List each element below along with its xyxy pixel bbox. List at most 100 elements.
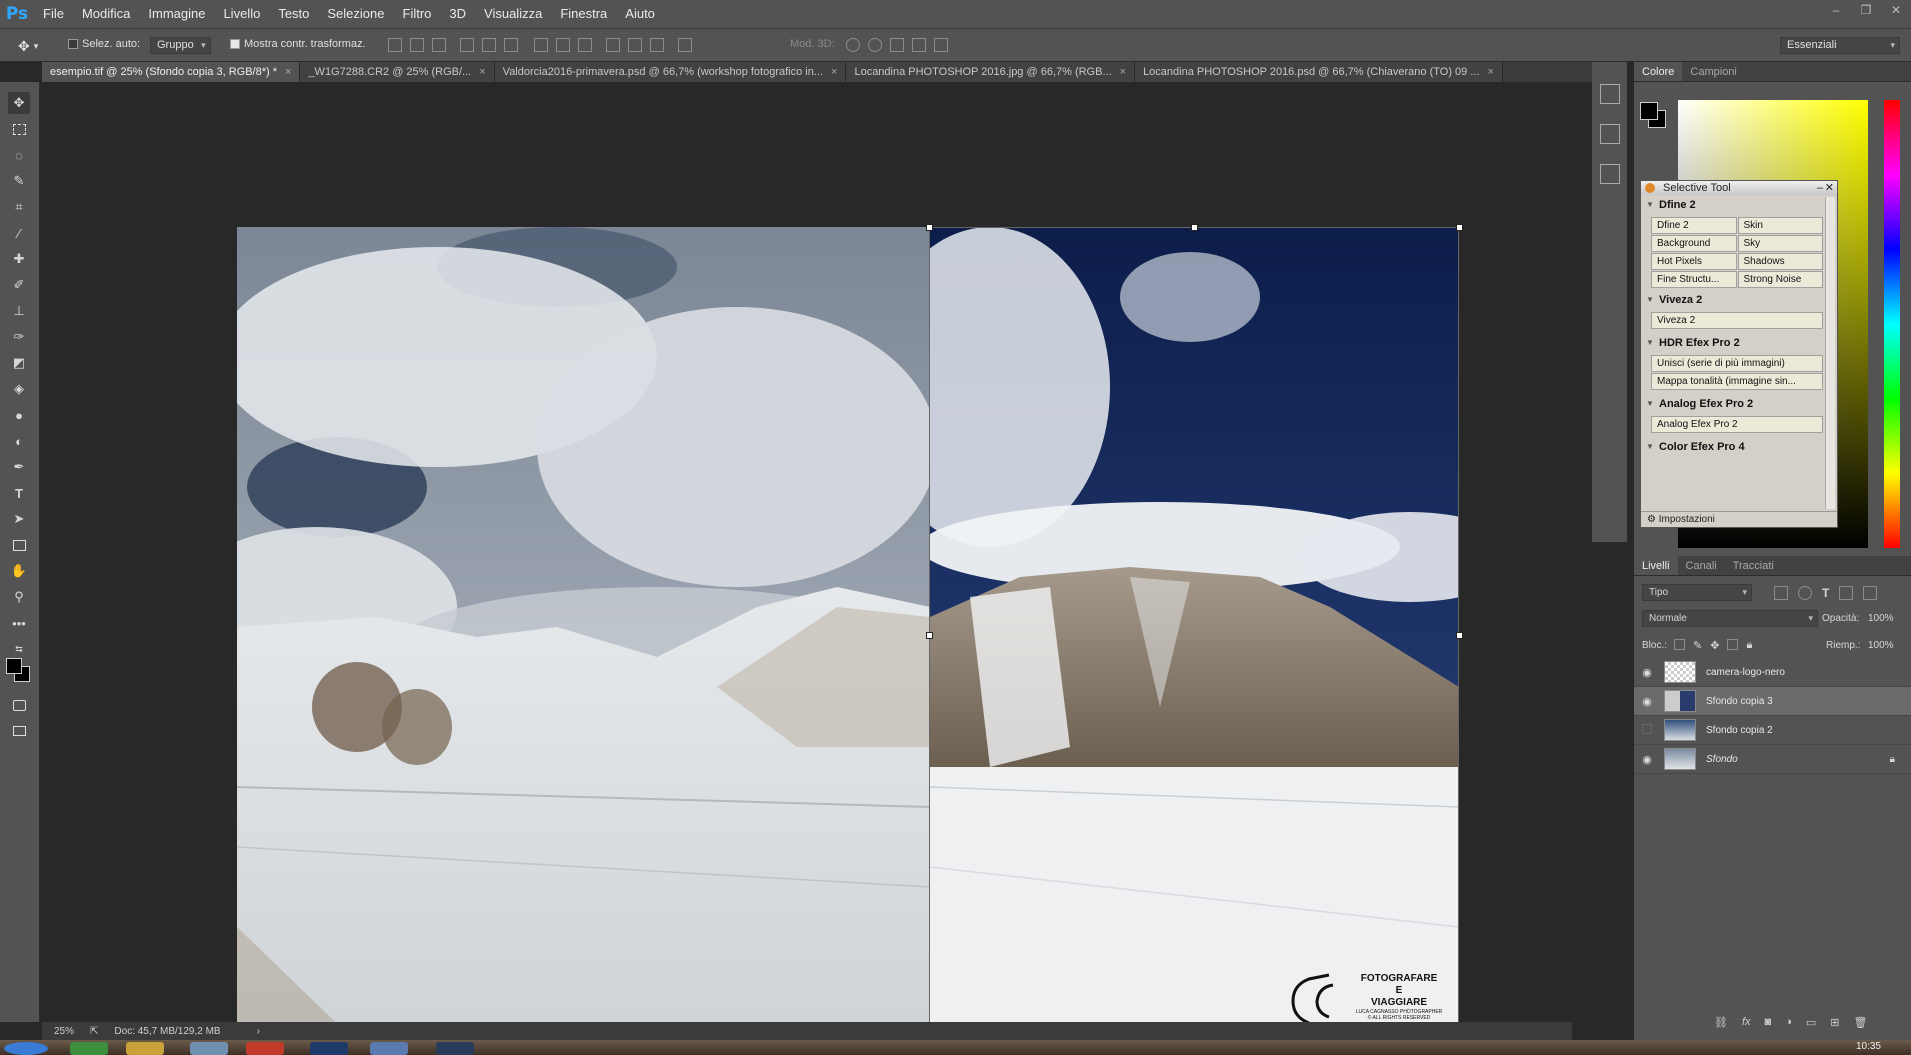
marquee-tool-icon[interactable]: [8, 118, 30, 140]
filter-pixel-icon[interactable]: [1774, 586, 1788, 600]
transform-handle[interactable]: [1191, 224, 1198, 231]
zoom-level[interactable]: 25%: [54, 1026, 74, 1037]
menu-3d[interactable]: 3D: [440, 0, 475, 28]
blend-mode-dropdown[interactable]: Normale: [1642, 610, 1818, 627]
layer-row-sfondo[interactable]: ◉ Sfondo 🔒︎: [1634, 745, 1911, 774]
layer-filter-dropdown[interactable]: Tipo: [1642, 584, 1752, 601]
menu-visualizza[interactable]: Visualizza: [475, 0, 551, 28]
menu-immagine[interactable]: Immagine: [139, 0, 214, 28]
quick-mask-icon[interactable]: [8, 694, 30, 716]
minimize-icon[interactable]: –: [1821, 0, 1851, 20]
distribute-bottom-icon[interactable]: [578, 38, 592, 52]
type-tool-icon[interactable]: T: [8, 482, 30, 504]
tab-valdorcia[interactable]: Valdorcia2016-primavera.psd @ 66,7% (wor…: [494, 62, 847, 82]
skin-button[interactable]: Skin: [1737, 217, 1823, 234]
align-left-icon[interactable]: [460, 38, 474, 52]
taskbar-word-icon[interactable]: [370, 1042, 408, 1055]
background-button[interactable]: Background: [1651, 235, 1737, 252]
auto-align-icon[interactable]: [678, 38, 692, 52]
paint-bucket-tool-icon[interactable]: ◈: [8, 378, 30, 400]
taskbar-photoshop-icon[interactable]: [310, 1042, 348, 1055]
eyedropper-tool-icon[interactable]: ⁄: [8, 222, 30, 244]
tab-locandina-psd[interactable]: Locandina PHOTOSHOP 2016.psd @ 66,7% (Ch…: [1135, 62, 1503, 82]
close-tab-icon[interactable]: ×: [285, 62, 291, 82]
align-vcenter-icon[interactable]: [410, 38, 424, 52]
close-tab-icon[interactable]: ×: [1488, 62, 1494, 82]
lock-artboard-icon[interactable]: [1727, 639, 1739, 650]
layer-row-sfondo-copia-2[interactable]: Sfondo copia 2: [1634, 716, 1911, 745]
lasso-tool-icon[interactable]: ◌: [8, 144, 30, 166]
menu-testo[interactable]: Testo: [269, 0, 318, 28]
show-transform-checkbox[interactable]: [230, 39, 240, 49]
transform-handle[interactable]: [926, 632, 933, 639]
properties-panel-icon[interactable]: [1600, 124, 1620, 144]
menu-filtro[interactable]: Filtro: [394, 0, 441, 28]
3d-slide-icon[interactable]: [912, 38, 926, 52]
export-icon[interactable]: ⇱: [90, 1026, 98, 1037]
tab-canali[interactable]: Canali: [1678, 556, 1725, 575]
distribute-hcenter-icon[interactable]: [628, 38, 642, 52]
document-canvas[interactable]: FOTOGRAFARE E VIAGGIARE LUCA CAGNASSO PH…: [237, 227, 1459, 1043]
align-top-icon[interactable]: [388, 38, 402, 52]
menu-aiuto[interactable]: Aiuto: [616, 0, 664, 28]
filter-adjustment-icon[interactable]: [1798, 586, 1812, 600]
lock-transparent-icon[interactable]: [1674, 639, 1685, 650]
distribute-vcenter-icon[interactable]: [556, 38, 570, 52]
brush-tool-icon[interactable]: ✐: [8, 274, 30, 296]
taskbar-app-icon[interactable]: [190, 1042, 228, 1055]
menu-file[interactable]: File: [34, 0, 73, 28]
shadows-button[interactable]: Shadows: [1737, 253, 1823, 270]
eraser-tool-icon[interactable]: ◩: [8, 352, 30, 374]
crop-tool-icon[interactable]: ⌗: [8, 196, 30, 218]
menu-livello[interactable]: Livello: [214, 0, 269, 28]
quick-selection-tool-icon[interactable]: ✎: [8, 170, 30, 192]
filter-type-icon[interactable]: T: [1822, 586, 1829, 600]
tab-w1g7288[interactable]: _W1G7288.CR2 @ 25% (RGB/... ×: [300, 62, 495, 82]
move-tool-preset-icon[interactable]: ✥ ▾: [18, 38, 38, 55]
history-panel-icon[interactable]: [1600, 84, 1620, 104]
tab-locandina-jpg[interactable]: Locandina PHOTOSHOP 2016.jpg @ 66,7% (RG…: [846, 62, 1136, 82]
visibility-empty-icon[interactable]: [1634, 723, 1660, 737]
visibility-eye-icon[interactable]: ◉: [1634, 695, 1660, 708]
analog-efex-button[interactable]: Analog Efex Pro 2: [1651, 416, 1823, 433]
hdr-merge-button[interactable]: Unisci (serie di più immagini): [1651, 355, 1823, 372]
layer-row-sfondo-copia-3[interactable]: ◉ Sfondo copia 3: [1634, 687, 1911, 716]
link-layers-icon[interactable]: ⛓: [1714, 1016, 1728, 1029]
start-button-icon[interactable]: [4, 1042, 48, 1055]
status-arrow-icon[interactable]: ›: [257, 1026, 260, 1037]
plugin-panel-icon[interactable]: [1600, 164, 1620, 184]
foreground-color-swatch[interactable]: [6, 658, 22, 674]
fill-value[interactable]: 100%: [1868, 640, 1894, 651]
pen-tool-icon[interactable]: ✒: [8, 456, 30, 478]
more-tools-icon[interactable]: •••: [8, 612, 30, 634]
screen-mode-icon[interactable]: [8, 720, 30, 742]
section-viveza[interactable]: Viveza 2: [1641, 290, 1837, 308]
transform-handle[interactable]: [1456, 632, 1463, 639]
clone-stamp-tool-icon[interactable]: ⊥: [8, 300, 30, 322]
tab-tracciati[interactable]: Tracciati: [1725, 556, 1782, 575]
swap-colors-icon[interactable]: ⇆: [8, 638, 30, 660]
add-mask-icon[interactable]: ◙: [1765, 1016, 1772, 1029]
panel-scrollbar[interactable]: [1825, 197, 1835, 509]
panel-foreground-swatch[interactable]: [1640, 102, 1658, 120]
transform-handle[interactable]: [926, 224, 933, 231]
transform-handle[interactable]: [1456, 224, 1463, 231]
healing-brush-tool-icon[interactable]: ✚: [8, 248, 30, 270]
close-tab-icon[interactable]: ×: [479, 62, 485, 82]
close-tab-icon[interactable]: ×: [831, 62, 837, 82]
align-hcenter-icon[interactable]: [482, 38, 496, 52]
layer-row-camera-logo[interactable]: ◉ camera-logo-nero: [1634, 658, 1911, 687]
close-panel-icon[interactable]: ✕: [1825, 181, 1834, 195]
section-analog-efex[interactable]: Analog Efex Pro 2: [1641, 394, 1837, 412]
adjustment-layer-icon[interactable]: ◑: [1785, 1016, 1792, 1029]
opacity-value[interactable]: 100%: [1868, 613, 1894, 624]
restore-icon[interactable]: ❐: [1851, 0, 1881, 20]
new-layer-icon[interactable]: ⊞: [1830, 1016, 1839, 1029]
section-hdr-efex[interactable]: HDR Efex Pro 2: [1641, 333, 1837, 351]
align-right-icon[interactable]: [504, 38, 518, 52]
auto-select-mode-dropdown[interactable]: Gruppo: [150, 37, 211, 54]
show-transform-option[interactable]: Mostra contr. trasformaz.: [230, 38, 366, 50]
filter-shape-icon[interactable]: [1839, 586, 1854, 600]
workspace-dropdown[interactable]: Essenziali: [1780, 37, 1900, 54]
move-tool-icon[interactable]: ✥: [8, 92, 30, 114]
